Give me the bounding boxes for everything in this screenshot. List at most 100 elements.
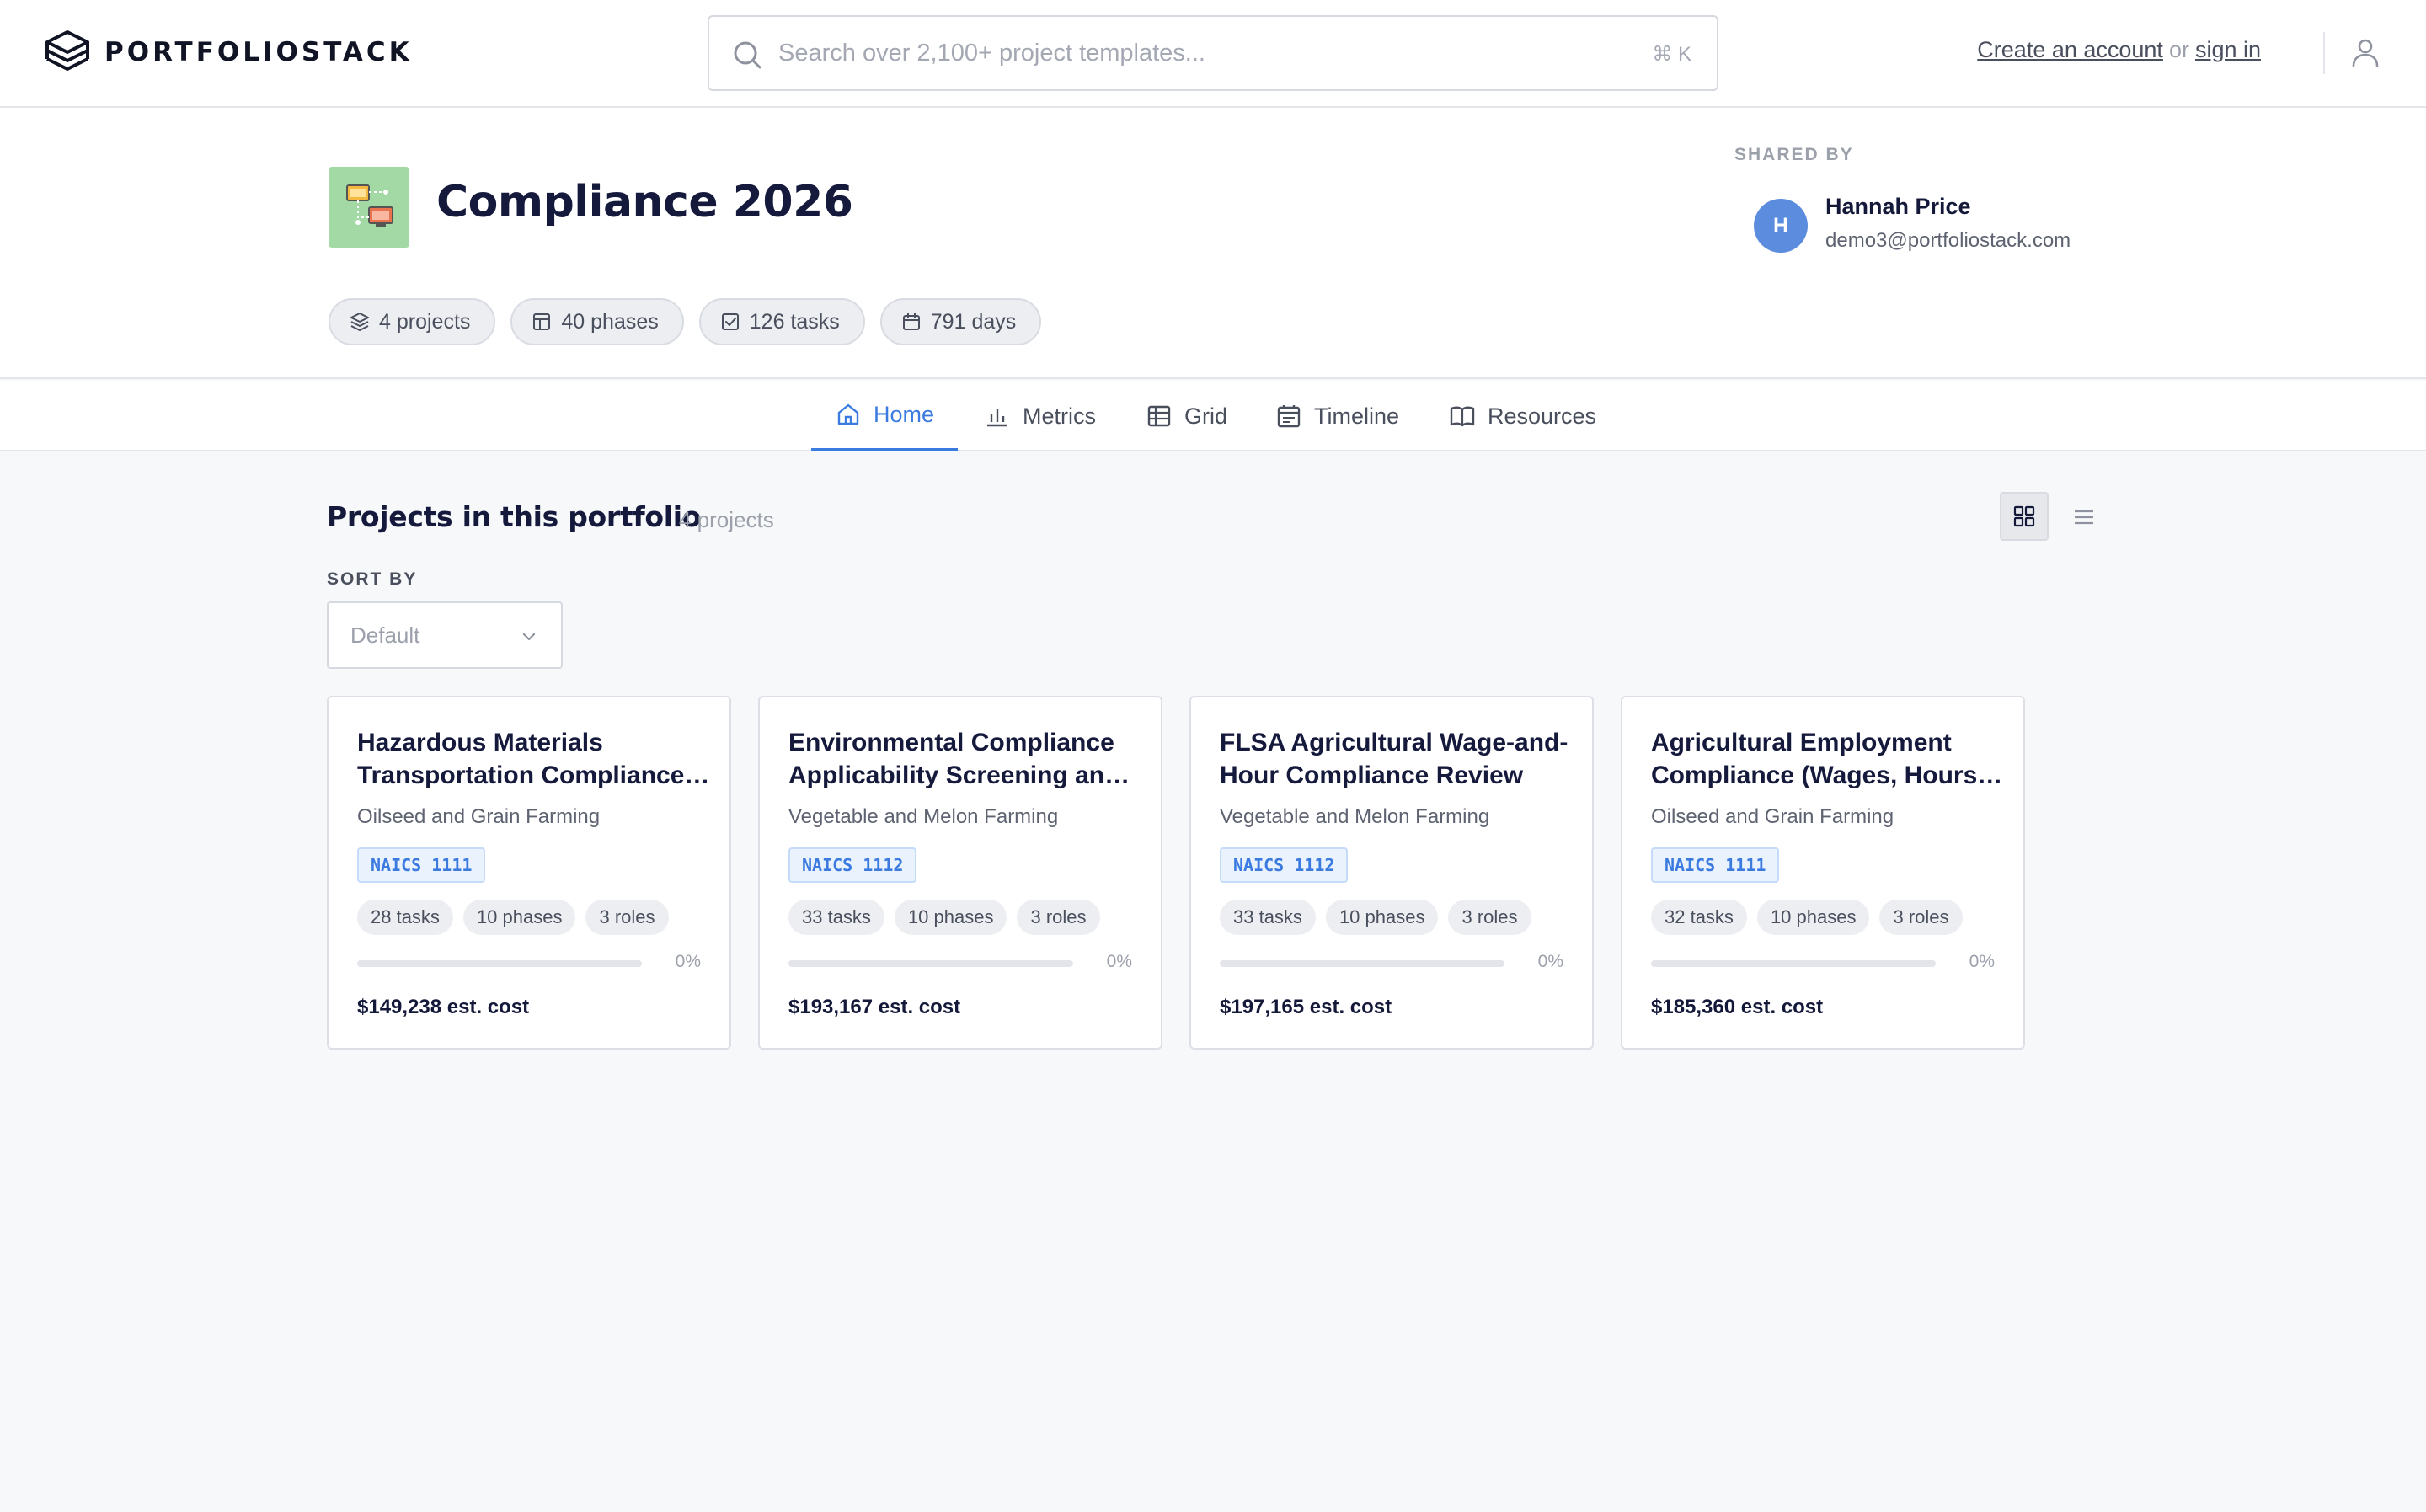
network-monitors-icon <box>346 184 393 227</box>
bar-chart-icon <box>987 409 1007 427</box>
estimated-cost: $197,165 est. cost <box>1220 996 1392 1018</box>
estimated-cost: $185,360 est. cost <box>1651 996 1824 1018</box>
tab-grid[interactable]: Grid <box>1146 381 1227 451</box>
tab-label: Home <box>874 401 935 427</box>
progress-bar <box>1220 960 1504 967</box>
search-box[interactable]: ⌘ K <box>708 15 1718 91</box>
brand-name: PORTFOLIOSTACK <box>104 37 413 67</box>
grid-icon <box>2013 505 2035 527</box>
project-industry: Oilseed and Grain Farming <box>1651 805 1894 828</box>
avatar: H <box>1754 199 1808 253</box>
project-card[interactable]: Environmental Compliance Applicability S… <box>758 696 1162 1050</box>
stat-label: 126 tasks <box>749 309 840 334</box>
tasks-chip: 32 tasks <box>1651 900 1747 935</box>
stack-logo-icon <box>45 30 89 71</box>
stat-tasks: 126 tasks <box>698 298 865 345</box>
project-title[interactable]: Agricultural Employment Compliance (Wage… <box>1651 726 2005 792</box>
layout-icon <box>533 313 551 330</box>
table-icon <box>1147 405 1171 427</box>
phases-chip: 10 phases <box>1325 900 1439 935</box>
checkbox-icon <box>721 313 739 330</box>
project-title[interactable]: Environmental Compliance Applicability S… <box>788 726 1142 792</box>
tab-bar: Home Metrics Grid Timeline Resources <box>0 381 2426 451</box>
project-title[interactable]: Hazardous Materials Transportation Compl… <box>357 726 711 792</box>
sort-select[interactable]: Default <box>327 601 563 669</box>
project-card[interactable]: Agricultural Employment Compliance (Wage… <box>1621 696 2025 1050</box>
stat-days: 791 days <box>879 298 1042 345</box>
tab-label: Timeline <box>1314 403 1400 429</box>
search-input[interactable] <box>778 29 1621 77</box>
book-icon <box>1450 406 1475 427</box>
sharer-email: demo3@portfoliostack.com <box>1825 229 2071 252</box>
stat-label: 4 projects <box>379 309 471 334</box>
roles-chip: 3 roles <box>585 900 669 935</box>
project-industry: Oilseed and Grain Farming <box>357 805 601 828</box>
calendar-icon <box>1277 405 1301 428</box>
tab-resources[interactable]: Resources <box>1449 381 1596 451</box>
progress-percent: 0% <box>1106 952 1132 971</box>
tasks-chip: 33 tasks <box>788 900 884 935</box>
progress-percent: 0% <box>1537 952 1563 971</box>
naics-badge: NAICS 1112 <box>788 847 917 883</box>
project-title[interactable]: FLSA Agricultural Wage-and-Hour Complian… <box>1220 726 1574 792</box>
top-bar: PORTFOLIOSTACK ⌘ K Create an accountorsi… <box>0 0 2426 108</box>
portfolio-stats: 4 projects 40 phases 126 tasks 791 days <box>329 298 1042 345</box>
progress-percent: 0% <box>1969 952 1995 971</box>
roles-chip: 3 roles <box>1017 900 1100 935</box>
list-icon <box>2075 510 2093 525</box>
roles-chip: 3 roles <box>1448 900 1531 935</box>
project-card[interactable]: FLSA Agricultural Wage-and-Hour Complian… <box>1189 696 1594 1050</box>
search-shortcut: ⌘ K <box>1652 43 1691 66</box>
estimated-cost: $149,238 est. cost <box>357 996 530 1018</box>
project-industry: Vegetable and Melon Farming <box>1220 805 1490 828</box>
stat-phases: 40 phases <box>510 298 684 345</box>
tab-home[interactable]: Home <box>811 381 959 451</box>
section-count: 4 projects <box>679 507 774 532</box>
sort-value: Default <box>350 622 420 648</box>
naics-badge: NAICS 1111 <box>357 847 486 883</box>
phases-chip: 10 phases <box>462 900 576 935</box>
sign-in-link[interactable]: sign in <box>2195 37 2261 62</box>
progress-bar <box>788 960 1073 967</box>
stat-label: 40 phases <box>561 309 659 334</box>
auth-links: Create an account or sign in <box>1977 37 2261 63</box>
tab-label: Grid <box>1184 403 1228 429</box>
chevron-down-icon <box>522 633 536 641</box>
portfolio-header: Compliance 2026 4 projects 40 phases 126… <box>0 108 2426 379</box>
auth-or-text: or <box>2168 37 2189 62</box>
project-chips: 33 tasks 10 phases 3 roles <box>1220 900 1531 935</box>
progress-percent: 0% <box>675 952 701 971</box>
stat-projects: 4 projects <box>329 298 496 345</box>
tab-label: Metrics <box>1023 403 1096 429</box>
shared-by-label: SHARED BY <box>1734 145 1854 164</box>
home-icon <box>837 403 859 425</box>
stat-label: 791 days <box>930 309 1017 334</box>
project-chips: 32 tasks 10 phases 3 roles <box>1651 900 1963 935</box>
grid-view-button[interactable] <box>2000 492 2049 541</box>
tab-timeline[interactable]: Timeline <box>1275 381 1399 451</box>
calendar-icon <box>902 313 920 330</box>
tab-metrics[interactable]: Metrics <box>984 381 1096 451</box>
portfolio-icon <box>329 167 409 248</box>
sharer-name: Hannah Price <box>1825 194 1971 219</box>
roles-chip: 3 roles <box>1879 900 1963 935</box>
layers-icon <box>350 313 369 331</box>
estimated-cost: $193,167 est. cost <box>788 996 961 1018</box>
project-card[interactable]: Hazardous Materials Transportation Compl… <box>327 696 731 1050</box>
create-account-link[interactable]: Create an account <box>1977 37 2163 62</box>
tasks-chip: 33 tasks <box>1220 900 1316 935</box>
naics-badge: NAICS 1111 <box>1651 847 1780 883</box>
project-chips: 28 tasks 10 phases 3 roles <box>357 900 669 935</box>
project-chips: 33 tasks 10 phases 3 roles <box>788 900 1100 935</box>
brand-logo[interactable]: PORTFOLIOSTACK <box>42 27 413 77</box>
project-industry: Vegetable and Melon Farming <box>788 805 1059 828</box>
user-icon[interactable] <box>2349 35 2382 69</box>
project-cards: Hazardous Materials Transportation Compl… <box>327 696 2025 1050</box>
page-title: Compliance 2026 <box>436 177 853 227</box>
list-view-button[interactable] <box>2062 495 2106 539</box>
phases-chip: 10 phases <box>1756 900 1870 935</box>
tasks-chip: 28 tasks <box>357 900 453 935</box>
section-title: Projects in this portfolio <box>327 500 702 533</box>
progress-bar <box>1651 960 1936 967</box>
naics-badge: NAICS 1112 <box>1220 847 1349 883</box>
